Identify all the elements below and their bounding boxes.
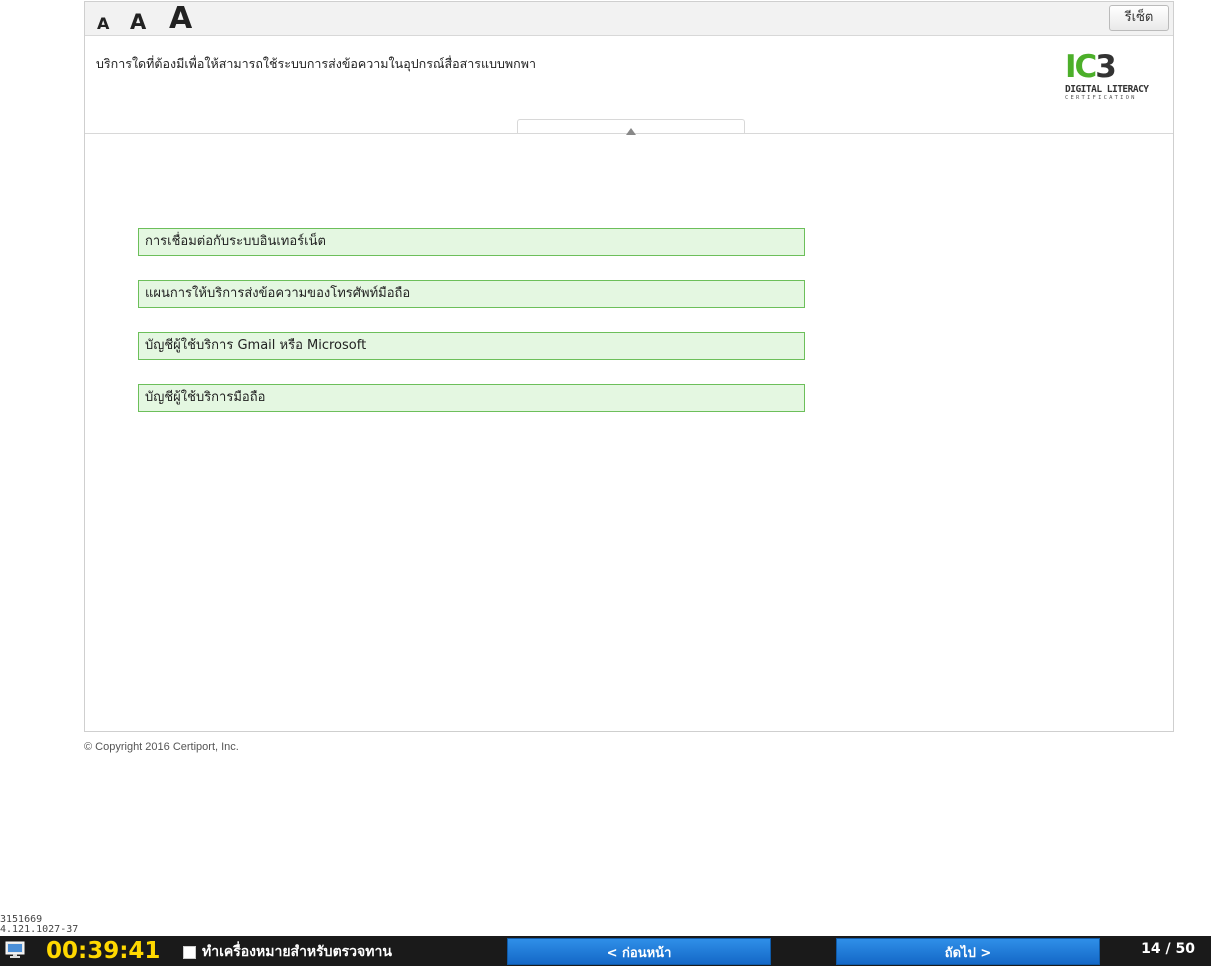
answer-option-1[interactable]: การเชื่อมต่อกับระบบอินเทอร์เน็ต	[138, 228, 805, 256]
triangle-up-icon	[626, 128, 636, 135]
mark-for-review-label: ทำเครื่องหมายสำหรับตรวจทาน	[202, 944, 392, 960]
logo-ic-text: IC	[1065, 49, 1097, 85]
bottom-bar: 00:39:41 ทำเครื่องหมายสำหรับตรวจทาน < ก่…	[0, 936, 1211, 966]
collapse-question-button[interactable]	[517, 119, 745, 135]
font-size-medium-button[interactable]: A	[130, 12, 146, 33]
session-ids: 3151669 4.121.1027-37	[0, 915, 78, 935]
answer-option-4[interactable]: บัญชีผู้ใช้บริการมือถือ	[138, 384, 805, 412]
reset-button[interactable]: รีเซ็ต	[1109, 5, 1169, 31]
font-size-small-button[interactable]: A	[97, 16, 109, 32]
copyright: © Copyright 2016 Certiport, Inc.	[84, 741, 239, 753]
answer-option-2[interactable]: แผนการให้บริการส่งข้อความของโทรศัพท์มือถ…	[138, 280, 805, 308]
answer-option-3[interactable]: บัญชีผู้ใช้บริการ Gmail หรือ Microsoft	[138, 332, 805, 360]
exam-panel: A A A รีเซ็ต บริการใดที่ต้องมีเพื่อให้สา…	[84, 1, 1174, 732]
mark-for-review-checkbox[interactable]: ทำเครื่องหมายสำหรับตรวจทาน	[183, 941, 392, 963]
question-progress: 14 / 50	[1141, 941, 1195, 957]
logo-digital-literacy: DIGITAL LITERACY	[1065, 84, 1149, 95]
logo-certification: CERTIFICATION	[1065, 95, 1137, 101]
question-text: บริการใดที่ต้องมีเพื่อให้สามารถใช้ระบบกา…	[96, 56, 537, 71]
ic3-logo: IC 3 DIGITAL LITERACY CERTIFICATION	[1065, 52, 1155, 106]
logo-3-text: 3	[1095, 49, 1117, 85]
monitor-icon[interactable]	[5, 941, 25, 959]
exam-timer: 00:39:41	[46, 938, 161, 964]
next-button[interactable]: ถัดไป >	[836, 938, 1100, 965]
checkbox-icon[interactable]	[183, 945, 196, 959]
previous-button[interactable]: < ก่อนหน้า	[507, 938, 771, 965]
session-id-line-2: 4.121.1027-37	[0, 924, 79, 935]
font-size-large-button[interactable]: A	[169, 4, 192, 34]
toolbar: A A A รีเซ็ต	[85, 2, 1173, 36]
